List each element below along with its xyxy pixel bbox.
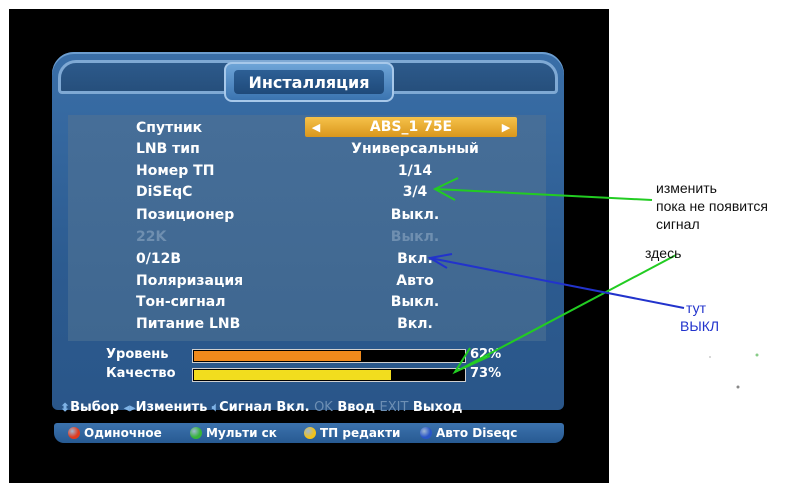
annotation-arrows (427, 177, 759, 389)
speck (709, 356, 711, 358)
green-note-here: здесь (645, 245, 682, 261)
speck (736, 385, 740, 389)
blue-note-line1: тут (686, 300, 706, 316)
green-arrow-signal (454, 254, 677, 373)
blue-note-line2: ВЫКЛ (680, 318, 720, 334)
speck (755, 353, 759, 357)
green-arrow-diseqc (434, 188, 653, 201)
green-note-line3: сигнал (656, 216, 700, 232)
blue-arrow-12v (429, 257, 685, 309)
green-note-line1: изменить (656, 180, 717, 196)
green-note-line2: пока не появится (656, 198, 768, 214)
